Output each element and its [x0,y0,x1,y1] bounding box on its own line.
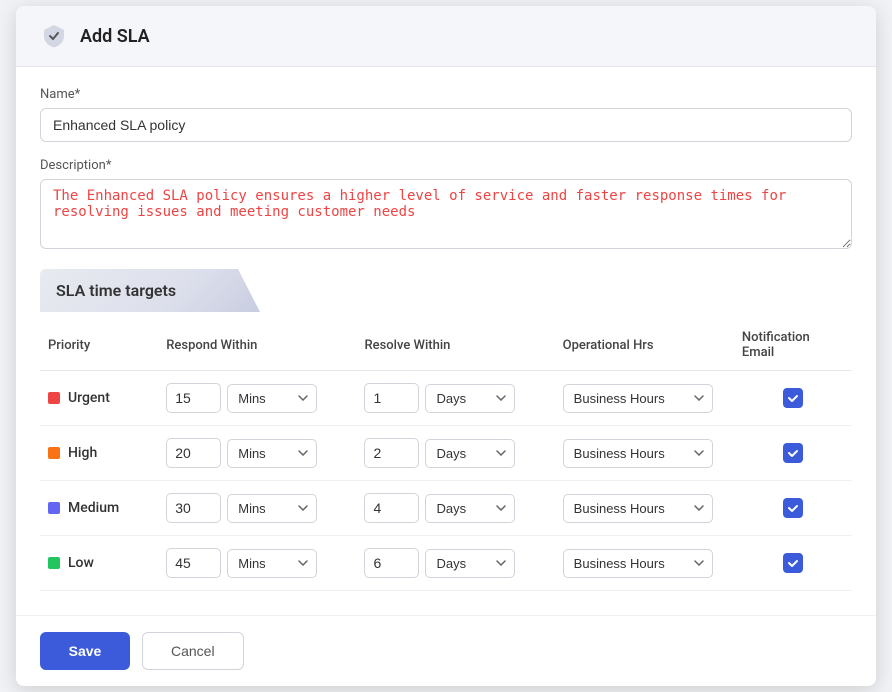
table-row: Medium MinsHoursDays MinsHoursDays Busin… [40,481,852,536]
priority-cell: High [40,426,158,481]
resolve-unit-select[interactable]: MinsHoursDays [425,494,515,523]
ops-cell: Business HoursCalendar Hours24/7 [555,481,734,536]
notif-checkbox[interactable] [783,388,803,408]
col-header-priority: Priority [40,320,158,371]
resolve-unit-select[interactable]: MinsHoursDays [425,439,515,468]
modal-header: Add SLA [16,6,876,67]
name-group: Name* [40,87,852,142]
col-header-ops: Operational Hrs [555,320,734,371]
modal-title: Add SLA [80,26,150,47]
notif-cell [734,536,852,591]
table-row: Urgent MinsHoursDays MinsHoursDays Busin… [40,371,852,426]
ops-cell: Business HoursCalendar Hours24/7 [555,371,734,426]
priority-label: Medium [68,500,119,516]
respond-value-input[interactable] [166,438,221,468]
name-label: Name* [40,87,852,102]
notif-cell [734,481,852,536]
description-label: Description* [40,158,852,173]
notif-checkbox[interactable] [783,498,803,518]
resolve-cell: MinsHoursDays [356,536,554,591]
priority-label: Urgent [68,390,110,406]
modal-body: Name* Description* The Enhanced SLA poli… [16,67,876,615]
resolve-unit-select[interactable]: MinsHoursDays [425,549,515,578]
description-input[interactable]: The Enhanced SLA policy ensures a higher… [40,179,852,249]
respond-cell: MinsHoursDays [158,426,356,481]
respond-cell: MinsHoursDays [158,481,356,536]
respond-unit-select[interactable]: MinsHoursDays [227,494,317,523]
name-input[interactable] [40,108,852,142]
save-button[interactable]: Save [40,632,130,670]
modal-footer: Save Cancel [16,615,876,686]
respond-value-input[interactable] [166,548,221,578]
ops-select[interactable]: Business HoursCalendar Hours24/7 [563,384,713,413]
col-header-resolve: Resolve Within [356,320,554,371]
sla-section-header: SLA time targets [40,269,260,312]
notif-cell [734,371,852,426]
resolve-value-input[interactable] [364,383,419,413]
notif-checkbox[interactable] [783,553,803,573]
cancel-button[interactable]: Cancel [142,632,244,670]
resolve-value-input[interactable] [364,493,419,523]
priority-label: High [68,445,97,461]
description-group: Description* The Enhanced SLA policy ens… [40,158,852,253]
priority-cell: Low [40,536,158,591]
ops-cell: Business HoursCalendar Hours24/7 [555,536,734,591]
resolve-cell: MinsHoursDays [356,481,554,536]
notif-cell [734,426,852,481]
sla-icon [40,22,68,50]
respond-unit-select[interactable]: MinsHoursDays [227,549,317,578]
sla-section-title: SLA time targets [56,281,176,300]
respond-unit-select[interactable]: MinsHoursDays [227,439,317,468]
ops-select[interactable]: Business HoursCalendar Hours24/7 [563,439,713,468]
resolve-value-input[interactable] [364,548,419,578]
respond-cell: MinsHoursDays [158,536,356,591]
add-sla-modal: Add SLA Name* Description* The Enhanced … [16,6,876,686]
table-row: High MinsHoursDays MinsHoursDays Busines… [40,426,852,481]
resolve-value-input[interactable] [364,438,419,468]
respond-unit-select[interactable]: MinsHoursDays [227,384,317,413]
table-row: Low MinsHoursDays MinsHoursDays Business… [40,536,852,591]
col-header-notif: Notification Email [734,320,852,371]
sla-targets-section: SLA time targets Priority Respond Within… [40,269,852,591]
priority-label: Low [68,555,94,571]
col-header-respond: Respond Within [158,320,356,371]
ops-select[interactable]: Business HoursCalendar Hours24/7 [563,549,713,578]
priority-cell: Medium [40,481,158,536]
respond-cell: MinsHoursDays [158,371,356,426]
ops-cell: Business HoursCalendar Hours24/7 [555,426,734,481]
notif-checkbox[interactable] [783,443,803,463]
resolve-unit-select[interactable]: MinsHoursDays [425,384,515,413]
ops-select[interactable]: Business HoursCalendar Hours24/7 [563,494,713,523]
respond-value-input[interactable] [166,493,221,523]
respond-value-input[interactable] [166,383,221,413]
resolve-cell: MinsHoursDays [356,371,554,426]
sla-table: Priority Respond Within Resolve Within O… [40,320,852,591]
priority-cell: Urgent [40,371,158,426]
resolve-cell: MinsHoursDays [356,426,554,481]
